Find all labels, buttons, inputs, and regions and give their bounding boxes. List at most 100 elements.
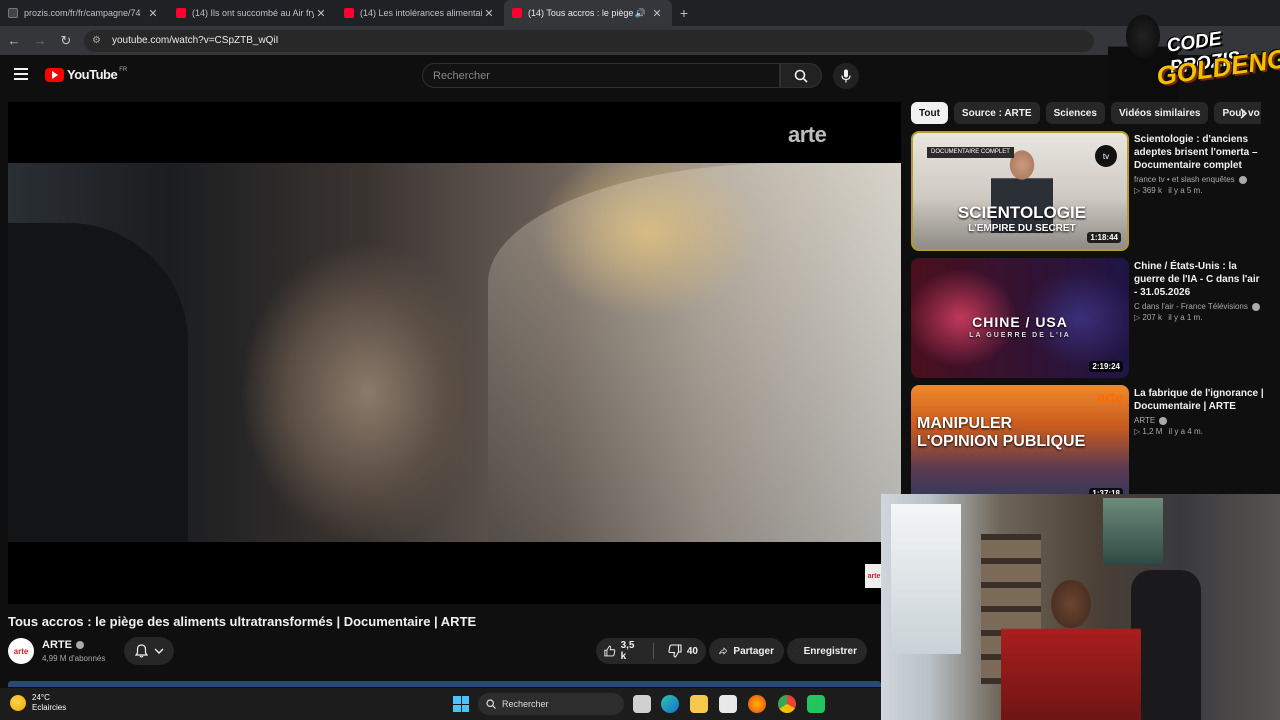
browser-tab-1[interactable]: prozis.com/fr/fr/campagne/74 ✕ bbox=[0, 0, 168, 26]
channel-avatar[interactable]: arte bbox=[8, 638, 34, 664]
chip-tout[interactable]: Tout bbox=[911, 102, 948, 124]
recommendation-title[interactable]: Chine / États-Unis : la guerre de l'IA -… bbox=[1134, 260, 1264, 299]
save-button[interactable]: Enregistrer bbox=[787, 638, 867, 664]
description-box-edge bbox=[8, 681, 881, 687]
like-divider bbox=[653, 643, 654, 659]
chip-source-arte[interactable]: Source : ARTE bbox=[953, 102, 1040, 124]
recommendation-item[interactable]: arte MANIPULER L'OPINION PUBLIQUE 1:37:1… bbox=[911, 385, 1271, 505]
browser-tab-3[interactable]: (14) Les intolérances alimentai ✕ bbox=[336, 0, 504, 26]
firefox-icon[interactable] bbox=[748, 695, 766, 713]
weather-sun-icon bbox=[10, 695, 26, 711]
weather-text: 24°C Eclaircies bbox=[32, 693, 66, 713]
back-icon[interactable]: ← bbox=[2, 33, 26, 48]
video-player[interactable]: arte arte bbox=[8, 102, 901, 604]
video-thumbnail[interactable]: arte MANIPULER L'OPINION PUBLIQUE 1:37:1… bbox=[911, 385, 1129, 505]
youtube-favicon-icon bbox=[344, 8, 354, 18]
chrome-icon[interactable] bbox=[778, 695, 796, 713]
video-duration: 1:18:44 bbox=[1087, 232, 1121, 243]
recommendation-item[interactable]: DOCUMENTAIRE COMPLET tv SCIENTOLOGIE L'E… bbox=[911, 131, 1271, 251]
recommendation-channel[interactable]: C dans l'air - France Télévisions bbox=[1134, 302, 1248, 311]
forward-icon[interactable]: → bbox=[28, 33, 52, 48]
youtube-wordmark: YouTube bbox=[67, 67, 118, 82]
stream-logo-overlay: CODE PROZIS GOLDENG bbox=[1108, 2, 1280, 100]
url-field[interactable]: ⚙ youtube.com/watch?v=CSpZTB_wQiI bbox=[84, 29, 1094, 52]
weather-condition: Eclaircies bbox=[32, 703, 67, 712]
webcam-gaming-chair bbox=[1131, 570, 1201, 720]
thumbnail-headline: CHINE / USA bbox=[972, 314, 1068, 330]
video-thumbnail[interactable]: CHINE / USA LA GUERRE DE L'IA 2:19:24 bbox=[911, 258, 1129, 378]
recommendation-meta: ▷ 207 k il y a 1 m. bbox=[1134, 313, 1264, 322]
tab-title: (14) Ils ont succombé au Air fry bbox=[192, 8, 314, 18]
search-icon bbox=[486, 699, 496, 709]
windows-taskbar: 24°C Eclaircies Rechercher bbox=[0, 688, 881, 720]
file-explorer-icon[interactable] bbox=[690, 695, 708, 713]
close-tab-icon[interactable]: ✕ bbox=[482, 7, 496, 20]
channel-name: ARTE bbox=[42, 639, 72, 651]
tab-title: (14) Les intolérances alimentai bbox=[360, 8, 482, 18]
edge-icon[interactable] bbox=[661, 695, 679, 713]
like-dislike-group: 3,5 k 40 bbox=[596, 638, 706, 664]
arte-thumbnail-logo: arte bbox=[1097, 389, 1123, 405]
recommendation-channel-row: ARTE bbox=[1134, 416, 1264, 425]
recommendation-item[interactable]: CHINE / USA LA GUERRE DE L'IA 2:19:24 Ch… bbox=[911, 258, 1271, 378]
verified-icon bbox=[1159, 416, 1168, 425]
view-count: 207 k bbox=[1142, 313, 1162, 322]
voice-search-button[interactable] bbox=[833, 63, 859, 89]
video-title: Tous accros : le piège des aliments ultr… bbox=[8, 614, 477, 629]
chip-sciences[interactable]: Sciences bbox=[1045, 102, 1105, 124]
save-label: Enregistrer bbox=[803, 645, 857, 657]
task-view-icon[interactable] bbox=[633, 695, 651, 713]
taskbar-search[interactable]: Rechercher bbox=[478, 693, 624, 715]
chip-similar-videos[interactable]: Vidéos similaires bbox=[1110, 102, 1209, 124]
thumbnail-headline: SCIENTOLOGIE bbox=[957, 203, 1087, 222]
chevron-right-icon bbox=[1239, 107, 1247, 119]
close-tab-icon[interactable]: ✕ bbox=[650, 7, 664, 20]
share-button[interactable]: Partager bbox=[709, 638, 784, 664]
weather-widget[interactable]: 24°C Eclaircies bbox=[10, 693, 66, 713]
channel-name-row[interactable]: ARTE bbox=[42, 639, 84, 651]
recommendation-channel[interactable]: ARTE bbox=[1134, 416, 1155, 425]
verified-icon bbox=[75, 641, 84, 649]
france-tv-logo-icon: tv bbox=[1095, 145, 1117, 167]
search-icon bbox=[794, 69, 808, 83]
youtube-favicon-icon bbox=[512, 8, 522, 18]
video-duration: 2:19:24 bbox=[1089, 361, 1123, 372]
search-box bbox=[422, 63, 780, 88]
recommendation-channel[interactable]: france tv • et slash enquêtes bbox=[1134, 175, 1235, 184]
windows-start-icon[interactable] bbox=[453, 696, 469, 712]
search-button[interactable] bbox=[780, 63, 822, 88]
site-info-icon[interactable]: ⚙ bbox=[92, 35, 106, 46]
new-tab-icon[interactable]: + bbox=[672, 5, 696, 21]
browser-tab-2[interactable]: (14) Ils ont succombé au Air fry ✕ bbox=[168, 0, 336, 26]
chips-next-button[interactable] bbox=[1232, 102, 1254, 124]
country-code: FR bbox=[119, 66, 128, 73]
reload-icon[interactable]: ↻ bbox=[54, 33, 78, 49]
notification-button[interactable] bbox=[124, 637, 174, 665]
menu-icon[interactable] bbox=[14, 68, 28, 80]
bookmark-icon bbox=[797, 650, 798, 652]
store-icon[interactable] bbox=[719, 695, 737, 713]
youtube-favicon-icon bbox=[176, 8, 186, 18]
video-thumbnail[interactable]: DOCUMENTAIRE COMPLET tv SCIENTOLOGIE L'E… bbox=[911, 131, 1129, 251]
like-button[interactable]: 3,5 k bbox=[596, 638, 647, 664]
search-input[interactable] bbox=[433, 69, 779, 82]
car-window bbox=[488, 163, 901, 542]
recommendation-info: Chine / États-Unis : la guerre de l'IA -… bbox=[1134, 260, 1264, 322]
url-text: youtube.com/watch?v=CSpZTB_wQiI bbox=[112, 35, 279, 46]
upload-age: il y a 5 m. bbox=[1168, 186, 1203, 195]
thumbnail-headline: MANIPULER bbox=[917, 415, 1013, 432]
tab-title: (14) Tous accros : le piège d bbox=[528, 8, 635, 18]
view-count: 1,2 M bbox=[1142, 427, 1163, 436]
verified-icon bbox=[1238, 175, 1247, 184]
dislike-button[interactable]: 40 bbox=[660, 638, 706, 664]
close-tab-icon[interactable]: ✕ bbox=[146, 7, 160, 20]
webcam-poster bbox=[1103, 498, 1163, 564]
browser-tab-4-active[interactable]: (14) Tous accros : le piège d 🔊 ✕ bbox=[504, 0, 672, 26]
speaker-icon[interactable]: 🔊 bbox=[635, 8, 646, 19]
close-tab-icon[interactable]: ✕ bbox=[314, 7, 328, 20]
recommendation-title[interactable]: Scientologie : d'anciens adeptes brisent… bbox=[1134, 133, 1264, 172]
recommendation-title[interactable]: La fabrique de l'ignorance | Documentair… bbox=[1134, 387, 1264, 413]
app-icon[interactable] bbox=[807, 695, 825, 713]
youtube-logo[interactable]: YouTube FR bbox=[45, 67, 127, 82]
youtube-header: YouTube FR bbox=[0, 55, 1280, 97]
